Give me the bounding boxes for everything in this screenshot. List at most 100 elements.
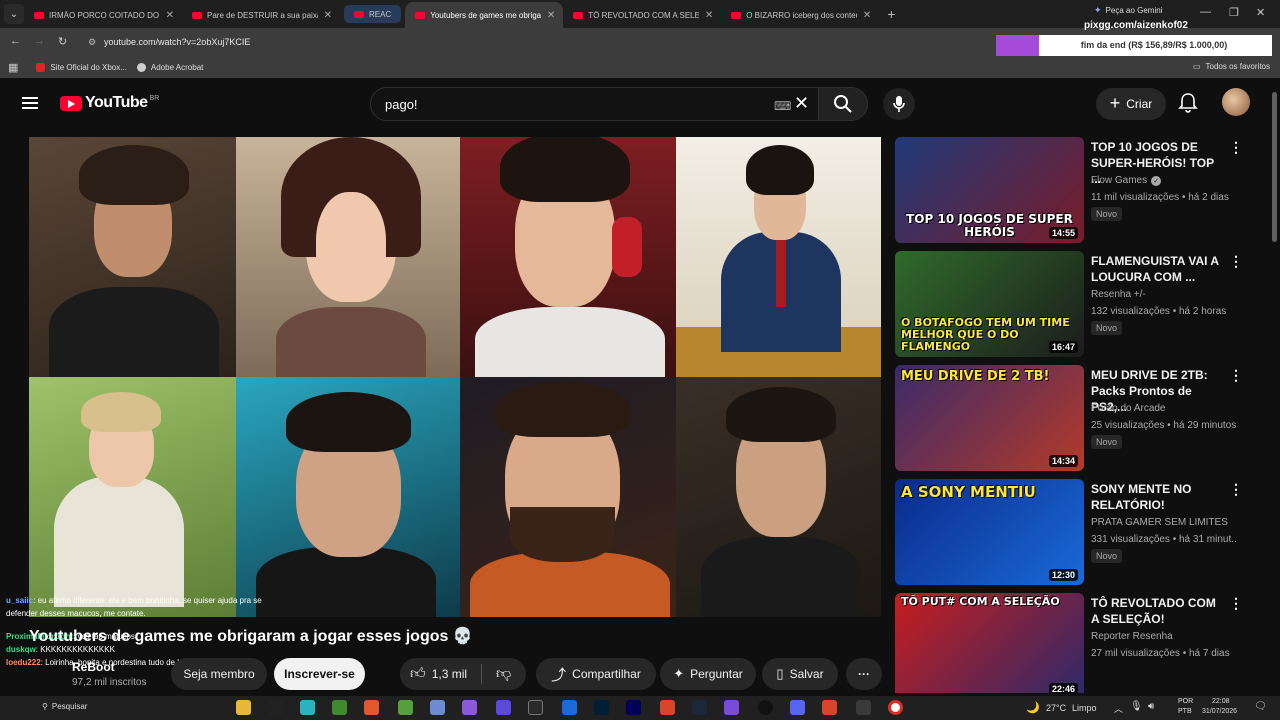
browser-tab[interactable]: Pare de DESTRUIR a sua paixão ✕ (182, 2, 340, 28)
microphone-icon[interactable]: 🎙︎ (1130, 701, 1143, 712)
app-icon[interactable] (856, 700, 871, 715)
recommended-title[interactable]: SONY MENTE NO RELATÓRIO! (1091, 481, 1221, 513)
photoshop-icon[interactable] (594, 700, 609, 715)
bookmark-xbox[interactable]: Site Oficial do Xbox... (36, 62, 127, 72)
gemini-button[interactable]: ✦ Peça ao Gemini (1094, 5, 1162, 16)
notifications-icon[interactable]: 🗨︎ (1254, 701, 1267, 712)
close-tab-icon[interactable]: ✕ (863, 10, 871, 21)
save-button[interactable]: ▯ Salvar (762, 658, 838, 690)
tab-search-button[interactable]: ⌄ (4, 4, 24, 24)
clock-time[interactable]: 22:08 (1212, 698, 1230, 705)
recommended-video[interactable]: O BOTAFOGO TEM UM TIME MELHOR QUE O DO F… (895, 251, 1255, 359)
url-field[interactable]: ⚙ youtube.com/watch?v=2obXuj7KCIE (82, 31, 502, 53)
more-vert-icon[interactable]: ⋮ (1229, 367, 1243, 384)
dislike-button[interactable]: 👎︎ (496, 665, 511, 683)
browser-tab-group-reac[interactable]: REAC (344, 5, 402, 23)
channel-name[interactable]: ReBoot (72, 660, 115, 674)
app-icon[interactable] (332, 700, 347, 715)
page-scrollbar[interactable] (1272, 92, 1277, 242)
app-icon[interactable] (724, 700, 739, 715)
voice-search-button[interactable] (883, 88, 915, 120)
close-window-icon[interactable]: ✕ (1256, 6, 1265, 19)
app-icon[interactable] (562, 700, 577, 715)
like-button[interactable]: 👍︎ 1,3 mil (410, 665, 467, 683)
weather-temp[interactable]: 27°C (1046, 703, 1066, 713)
subscribe-button[interactable]: Inscrever-se (274, 658, 365, 690)
account-avatar[interactable] (1222, 88, 1250, 116)
app-icon[interactable] (300, 700, 315, 715)
browser-tab-active[interactable]: Youtubers de games me obriga ✕ (405, 2, 564, 28)
clock-date[interactable]: 31/07/2026 (1202, 708, 1237, 715)
youtube-logo[interactable]: YouTube BR (60, 94, 159, 112)
steam-icon[interactable] (692, 700, 707, 715)
join-button[interactable]: Seja membro (171, 658, 267, 690)
input-language[interactable]: POR (1178, 698, 1193, 705)
recommended-video[interactable]: TÔ PUT# COM A SELEÇÃO 22:46 TÔ REVOLTADO… (895, 593, 1255, 693)
tray-chevron-icon[interactable]: ︿ (1114, 702, 1123, 715)
video-thumbnail[interactable]: TOP 10 JOGOS DE SUPER HERÓIS 14:55 (895, 137, 1084, 243)
close-tab-icon[interactable]: ✕ (166, 10, 174, 21)
search-button[interactable] (818, 87, 868, 121)
browser-tab[interactable]: TÔ REVOLTADO COM A SELEÇÃ ✕ (563, 2, 721, 28)
app-icon[interactable] (822, 700, 837, 715)
more-actions-button[interactable]: ··· (846, 658, 882, 690)
keyboard-icon[interactable]: ⌨ (774, 99, 791, 113)
recommended-channel[interactable]: PRATA GAMER SEM LIMITES (1091, 517, 1228, 528)
reload-icon[interactable]: ↻ (58, 35, 67, 48)
ask-button[interactable]: ✦ Perguntar (660, 658, 756, 690)
create-button[interactable]: + Criar (1096, 88, 1166, 120)
restore-icon[interactable]: ❐ (1229, 6, 1239, 19)
new-tab-button[interactable]: + (887, 6, 895, 22)
premiere-icon[interactable] (626, 700, 641, 715)
recommended-title[interactable]: TÔ REVOLTADO COM A SELEÇÃO! (1091, 595, 1221, 627)
menu-icon[interactable] (22, 97, 38, 109)
app-icon[interactable] (398, 700, 413, 715)
app-icon[interactable] (462, 700, 477, 715)
site-info-icon[interactable]: ⚙ (88, 37, 96, 48)
speaker-icon[interactable]: 🔊︎ (1148, 701, 1154, 712)
video-thumbnail[interactable]: MEU DRIVE DE 2 TB! 14:34 (895, 365, 1084, 471)
recommended-video[interactable]: TOP 10 JOGOS DE SUPER HERÓIS 14:55 TOP 1… (895, 137, 1255, 245)
video-thumbnail[interactable]: TÔ PUT# COM A SELEÇÃO 22:46 (895, 593, 1084, 693)
search-input[interactable]: pago! ⌨ ✕ (370, 87, 820, 121)
more-vert-icon[interactable]: ⋮ (1229, 139, 1243, 156)
recommended-video[interactable]: MEU DRIVE DE 2 TB! 14:34 MEU DRIVE DE 2T… (895, 365, 1255, 473)
input-layout[interactable]: PTB (1178, 708, 1192, 715)
minimize-icon[interactable]: — (1200, 6, 1211, 18)
clear-search-icon[interactable]: ✕ (794, 93, 809, 114)
obs-icon[interactable] (758, 700, 773, 715)
app-icon[interactable] (528, 700, 543, 715)
recommended-title[interactable]: FLAMENGUISTA VAI A LOUCURA COM ... (1091, 253, 1221, 285)
recommended-channel[interactable]: Flow Games ✓ (1091, 175, 1162, 186)
video-thumbnail[interactable]: O BOTAFOGO TEM UM TIME MELHOR QUE O DO F… (895, 251, 1084, 357)
more-vert-icon[interactable]: ⋮ (1229, 253, 1243, 270)
app-icon[interactable] (430, 700, 445, 715)
bookmark-adobe[interactable]: Adobe Acrobat (136, 62, 203, 72)
recommended-channel[interactable]: Resenha +/- (1091, 289, 1146, 300)
notifications-bell-icon[interactable] (1178, 92, 1198, 114)
weather-desc[interactable]: Limpo (1072, 703, 1097, 713)
close-tab-icon[interactable]: ✕ (324, 10, 332, 21)
browser-tab[interactable]: IRMÃO PORCO COITADO DO G ✕ (24, 2, 182, 28)
share-button[interactable]: ⤴ Compartilhar (536, 658, 656, 690)
discord-icon[interactable] (790, 700, 805, 715)
recommended-channel[interactable]: Reporter Resenha (1091, 631, 1173, 642)
more-vert-icon[interactable]: ⋮ (1229, 595, 1243, 612)
back-icon[interactable]: ← (10, 35, 21, 47)
video-player[interactable] (29, 137, 881, 617)
video-thumbnail[interactable]: A SONY MENTIU 12:30 (895, 479, 1084, 585)
taskbar-search[interactable]: ⚲ Pesquisar (42, 702, 87, 711)
all-bookmarks-button[interactable]: ▭ Todos os favoritos (1193, 62, 1270, 71)
chrome-icon[interactable] (888, 700, 903, 715)
file-explorer-icon[interactable] (236, 700, 251, 715)
apps-grid-icon[interactable]: ▦ (8, 61, 18, 74)
recommended-video[interactable]: A SONY MENTIU 12:30 SONY MENTE NO RELATÓ… (895, 479, 1255, 587)
app-icon[interactable] (660, 700, 675, 715)
forward-icon[interactable]: → (34, 35, 45, 47)
more-vert-icon[interactable]: ⋮ (1229, 481, 1243, 498)
recommended-channel[interactable]: Porão do Arcade (1091, 403, 1166, 414)
close-tab-icon[interactable]: ✕ (547, 10, 555, 21)
app-icon[interactable] (364, 700, 379, 715)
app-icon[interactable] (496, 700, 511, 715)
browser-tab[interactable]: O BIZARRO iceberg dos conteú ✕ (721, 2, 879, 28)
